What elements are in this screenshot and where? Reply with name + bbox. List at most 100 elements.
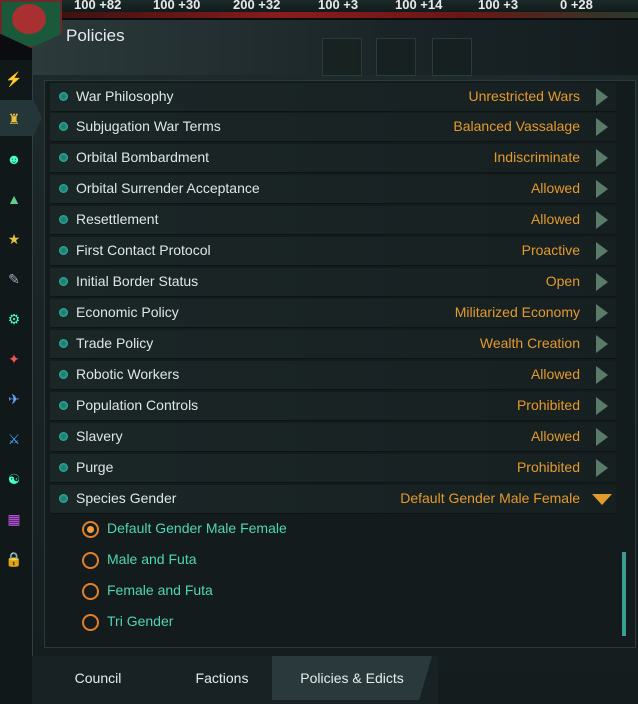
traditions-icon[interactable]: ✎ [4, 272, 24, 286]
policy-name: Species Gender [76, 490, 177, 506]
resource-food: 200 +32 [233, 0, 281, 12]
policy-bullet-icon [59, 432, 68, 441]
policy-name: Population Controls [76, 397, 199, 413]
option-label: Tri Gender [107, 613, 174, 629]
policy-value: Prohibited [516, 397, 580, 413]
policy-bullet-icon [59, 246, 68, 255]
expand-arrow-icon[interactable] [596, 180, 608, 198]
tab-policies-edicts[interactable]: Policies & Edicts [272, 656, 432, 700]
ghost-icon [432, 38, 472, 76]
policy-value: Prohibited [516, 459, 580, 475]
fleet-icon[interactable]: ✈ [4, 392, 24, 406]
policy-name: Economic Policy [76, 304, 179, 320]
policy-name: Initial Border Status [76, 273, 199, 289]
policy-row-robotic-workers[interactable]: Robotic Workers Allowed [50, 361, 616, 390]
expand-arrow-icon[interactable] [596, 304, 608, 322]
expand-arrow-icon[interactable] [596, 242, 608, 260]
gender-option-tri[interactable]: Tri Gender [80, 612, 340, 634]
emblem-icon [12, 4, 46, 34]
collapse-arrow-icon[interactable] [592, 494, 612, 505]
species-icon[interactable]: ☻ [4, 152, 24, 166]
policy-bullet-icon [59, 463, 68, 472]
expand-arrow-icon[interactable] [596, 118, 608, 136]
technology-icon[interactable]: ⚙ [4, 312, 24, 326]
policy-row-resettlement[interactable]: Resettlement Allowed [50, 206, 616, 235]
ghost-icon [376, 38, 416, 76]
expand-arrow-icon[interactable] [596, 335, 608, 353]
resource-unity: 0 +28 [560, 0, 593, 12]
market-icon[interactable]: ▦ [4, 512, 24, 526]
policy-bullet-icon [59, 92, 68, 101]
resource-minerals: 100 +30 [153, 0, 201, 12]
radio-icon[interactable] [82, 614, 99, 631]
policy-bullet-icon [59, 122, 68, 131]
expand-arrow-icon[interactable] [596, 366, 608, 384]
policy-row-population-controls[interactable]: Population Controls Prohibited [50, 392, 616, 421]
expand-arrow-icon[interactable] [596, 459, 608, 477]
policy-row-economic-policy[interactable]: Economic Policy Militarized Economy [50, 299, 616, 328]
policy-row-initial-border-status[interactable]: Initial Border Status Open [50, 268, 616, 297]
radio-icon[interactable] [82, 583, 99, 600]
policy-bullet-icon [59, 184, 68, 193]
policy-row-orbital-bombardment[interactable]: Orbital Bombardment Indiscriminate [50, 144, 616, 173]
policy-value: Allowed [530, 211, 580, 227]
policy-row-subjugation-war-terms[interactable]: Subjugation War Terms Balanced Vassalage [50, 113, 616, 142]
policy-value: Balanced Vassalage [453, 118, 580, 134]
policy-name: First Contact Protocol [76, 242, 211, 258]
planets-icon[interactable]: ▲ [4, 192, 24, 206]
radio-selected-icon[interactable] [82, 521, 99, 538]
resource-alloys: 100 +3 [318, 0, 359, 12]
expand-arrow-icon[interactable] [596, 397, 608, 415]
ascension-icon[interactable]: ✦ [4, 352, 24, 366]
gender-option-default[interactable]: Default Gender Male Female [80, 519, 340, 541]
tab-council[interactable]: Council [40, 656, 156, 700]
tab-factions[interactable]: Factions [164, 656, 280, 700]
policy-name: Orbital Surrender Acceptance [76, 180, 260, 196]
option-label: Default Gender Male Female [107, 520, 287, 536]
policy-value: Open [545, 273, 580, 289]
policy-row-orbital-surrender[interactable]: Orbital Surrender Acceptance Allowed [50, 175, 616, 204]
gender-option-male-futa[interactable]: Male and Futa [80, 550, 340, 572]
policy-name: Robotic Workers [76, 366, 180, 382]
expand-arrow-icon[interactable] [596, 88, 608, 106]
policy-value: Allowed [530, 428, 580, 444]
policies-icon[interactable]: ♜ [4, 112, 24, 126]
policy-name: Slavery [76, 428, 123, 444]
policy-name: Resettlement [76, 211, 159, 227]
lock-icon[interactable]: 🔒 [4, 552, 24, 566]
policy-bullet-icon [59, 494, 68, 503]
policy-bullet-icon [59, 215, 68, 224]
policy-name: Orbital Bombardment [76, 149, 210, 165]
policy-name: Purge [76, 459, 114, 475]
policy-name: Subjugation War Terms [76, 118, 221, 134]
gender-option-female-futa[interactable]: Female and Futa [80, 581, 340, 603]
armies-icon[interactable]: ⚔ [4, 432, 24, 446]
policy-row-first-contact[interactable]: First Contact Protocol Proactive [50, 237, 616, 266]
energy-icon[interactable]: ⚡ [4, 72, 24, 86]
policy-row-trade-policy[interactable]: Trade Policy Wealth Creation [50, 330, 616, 359]
expand-arrow-icon[interactable] [596, 211, 608, 229]
policy-bullet-icon [59, 308, 68, 317]
policy-value: Militarized Economy [454, 304, 580, 320]
relations-icon[interactable]: ☯ [4, 472, 24, 486]
policy-name: War Philosophy [76, 88, 174, 104]
resource-consumer-goods: 100 +14 [395, 0, 443, 12]
expand-arrow-icon[interactable] [596, 273, 608, 291]
policy-row-war-philosophy[interactable]: War Philosophy Unrestricted Wars [50, 83, 616, 112]
policy-bullet-icon [59, 401, 68, 410]
policy-value: Indiscriminate [493, 149, 580, 165]
policy-row-purge[interactable]: Purge Prohibited [50, 454, 616, 483]
scrollbar[interactable] [622, 552, 626, 636]
policy-value: Unrestricted Wars [468, 88, 580, 104]
policy-bullet-icon [59, 277, 68, 286]
policy-row-slavery[interactable]: Slavery Allowed [50, 423, 616, 452]
policy-name: Trade Policy [76, 335, 154, 351]
radio-icon[interactable] [82, 552, 99, 569]
policy-value: Proactive [521, 242, 580, 258]
leaders-icon[interactable]: ★ [4, 232, 24, 246]
policy-row-species-gender[interactable]: Species Gender Default Gender Male Femal… [50, 485, 616, 514]
policy-value: Allowed [530, 366, 580, 382]
expand-arrow-icon[interactable] [596, 149, 608, 167]
policy-value: Default Gender Male Female [400, 490, 580, 506]
expand-arrow-icon[interactable] [596, 428, 608, 446]
